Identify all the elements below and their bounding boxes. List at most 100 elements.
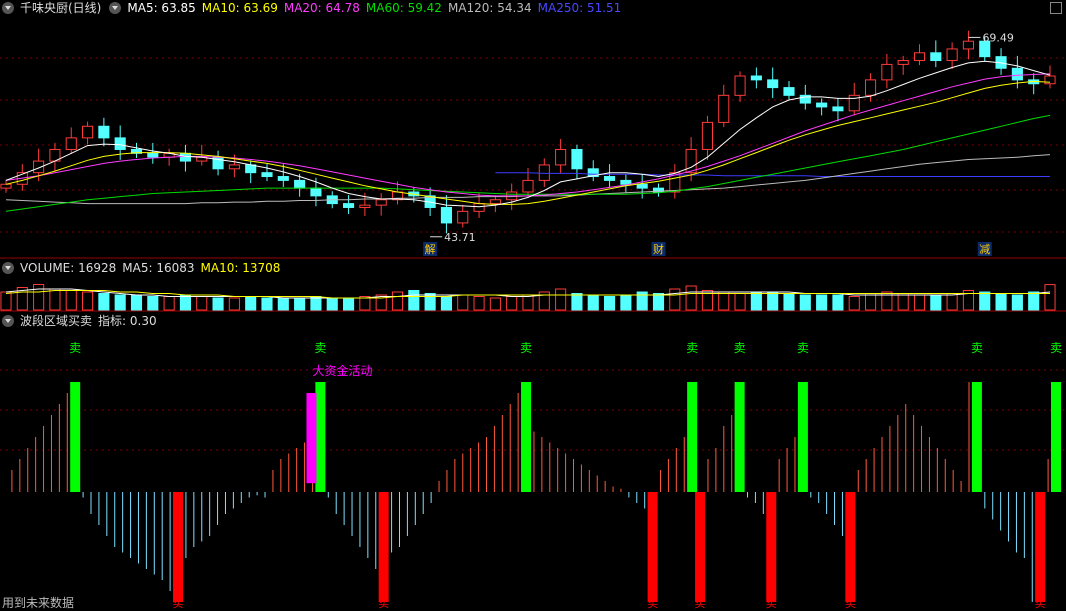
volume-bar xyxy=(979,291,991,311)
candle xyxy=(457,210,469,224)
buy-signal-label: 买 xyxy=(766,597,777,610)
big-fund-bar xyxy=(306,393,317,484)
candle xyxy=(962,40,974,50)
candle xyxy=(1011,67,1023,81)
price-annotation: 69.49 xyxy=(982,31,1014,44)
sell-bar xyxy=(734,382,745,492)
volume-bar xyxy=(457,294,469,311)
candle xyxy=(865,79,877,96)
candle xyxy=(440,206,452,224)
price-annotation: 43.71 xyxy=(444,231,476,244)
candle xyxy=(82,125,94,139)
candle xyxy=(522,179,534,193)
candle xyxy=(343,203,355,208)
volume-bar xyxy=(82,291,94,311)
volume-bar xyxy=(995,293,1007,311)
volume-bar xyxy=(163,296,175,311)
candle xyxy=(1044,75,1056,85)
candle xyxy=(277,176,289,181)
event-marker: 财 xyxy=(653,242,664,256)
volume-bar xyxy=(832,294,844,311)
buy-signal-label: 买 xyxy=(173,597,184,610)
sell-bar xyxy=(1051,382,1061,492)
volume-bar xyxy=(750,291,762,311)
candle xyxy=(897,60,909,65)
candle xyxy=(783,87,795,96)
sell-signal-label: 卖 xyxy=(734,341,746,355)
buy-bar xyxy=(378,492,389,602)
candle xyxy=(228,164,240,170)
candle xyxy=(375,199,387,206)
candle xyxy=(620,179,632,185)
volume-bar xyxy=(1028,291,1040,311)
volume-bar xyxy=(212,297,224,311)
volume-bar xyxy=(179,294,191,311)
candle xyxy=(571,148,583,170)
volume-bar xyxy=(587,294,599,311)
candle xyxy=(734,75,746,96)
buy-bar xyxy=(845,492,856,602)
volume-bar xyxy=(685,285,697,311)
buy-bar xyxy=(1035,492,1046,602)
volume-bar xyxy=(604,296,616,311)
candle xyxy=(359,204,371,208)
volume-bar xyxy=(245,296,257,311)
volume-bar xyxy=(228,297,240,311)
buy-bar xyxy=(766,492,777,602)
volume-bar xyxy=(816,294,828,311)
volume-bar xyxy=(734,293,746,311)
volume-bar xyxy=(261,297,273,311)
candle xyxy=(555,148,567,166)
candle xyxy=(489,199,501,205)
volume-bar xyxy=(1044,284,1056,311)
candle xyxy=(114,137,126,150)
candle xyxy=(636,183,648,189)
sell-bar xyxy=(797,382,808,492)
candle xyxy=(816,102,828,108)
buy-signal-label: 买 xyxy=(378,597,389,610)
volume-bar xyxy=(848,296,860,311)
sell-signal-label: 卖 xyxy=(314,341,326,355)
candle xyxy=(98,125,110,139)
candle xyxy=(310,187,322,197)
volume-bar xyxy=(489,297,501,311)
volume-bar xyxy=(147,296,159,311)
volume-bar xyxy=(391,291,404,311)
candle xyxy=(946,48,958,62)
buy-signal-label: 买 xyxy=(1035,597,1046,610)
volume-bar xyxy=(522,294,534,311)
volume-bar xyxy=(408,290,420,311)
candle xyxy=(930,52,942,62)
volume-bar xyxy=(130,294,143,311)
volume-bar xyxy=(310,296,322,311)
volume-bar xyxy=(555,288,567,311)
sell-signal-label: 卖 xyxy=(971,341,983,355)
volume-bar xyxy=(359,296,371,311)
volume-bar xyxy=(473,296,485,311)
volume-bar xyxy=(114,294,126,311)
buy-bar xyxy=(695,492,706,602)
candle xyxy=(913,52,926,62)
volume-bar xyxy=(294,297,306,311)
sell-bar xyxy=(521,382,532,492)
sell-signal-label: 卖 xyxy=(1050,341,1062,355)
volume-bar xyxy=(1011,294,1023,311)
volume-bar xyxy=(783,293,795,311)
candle xyxy=(881,63,893,81)
candle xyxy=(147,152,159,158)
volume-bar xyxy=(277,297,289,311)
buy-bar xyxy=(173,492,184,602)
volume-bar xyxy=(424,293,436,311)
volume-bar xyxy=(718,291,730,311)
sell-bar xyxy=(687,382,698,492)
buy-signal-label: 买 xyxy=(845,597,856,610)
sell-signal-label: 卖 xyxy=(520,341,532,355)
candle xyxy=(261,172,273,178)
candle xyxy=(604,176,616,181)
chart-canvas[interactable]: 69.49 43.71 解 财 减卖买 卖买 卖买 卖买 卖买 卖买 卖买 卖大资金活动 xyxy=(0,0,1066,611)
volume-bar xyxy=(98,293,110,311)
candle xyxy=(65,137,77,150)
candle xyxy=(294,179,306,189)
candle xyxy=(832,106,844,112)
volume-bar xyxy=(343,297,355,311)
